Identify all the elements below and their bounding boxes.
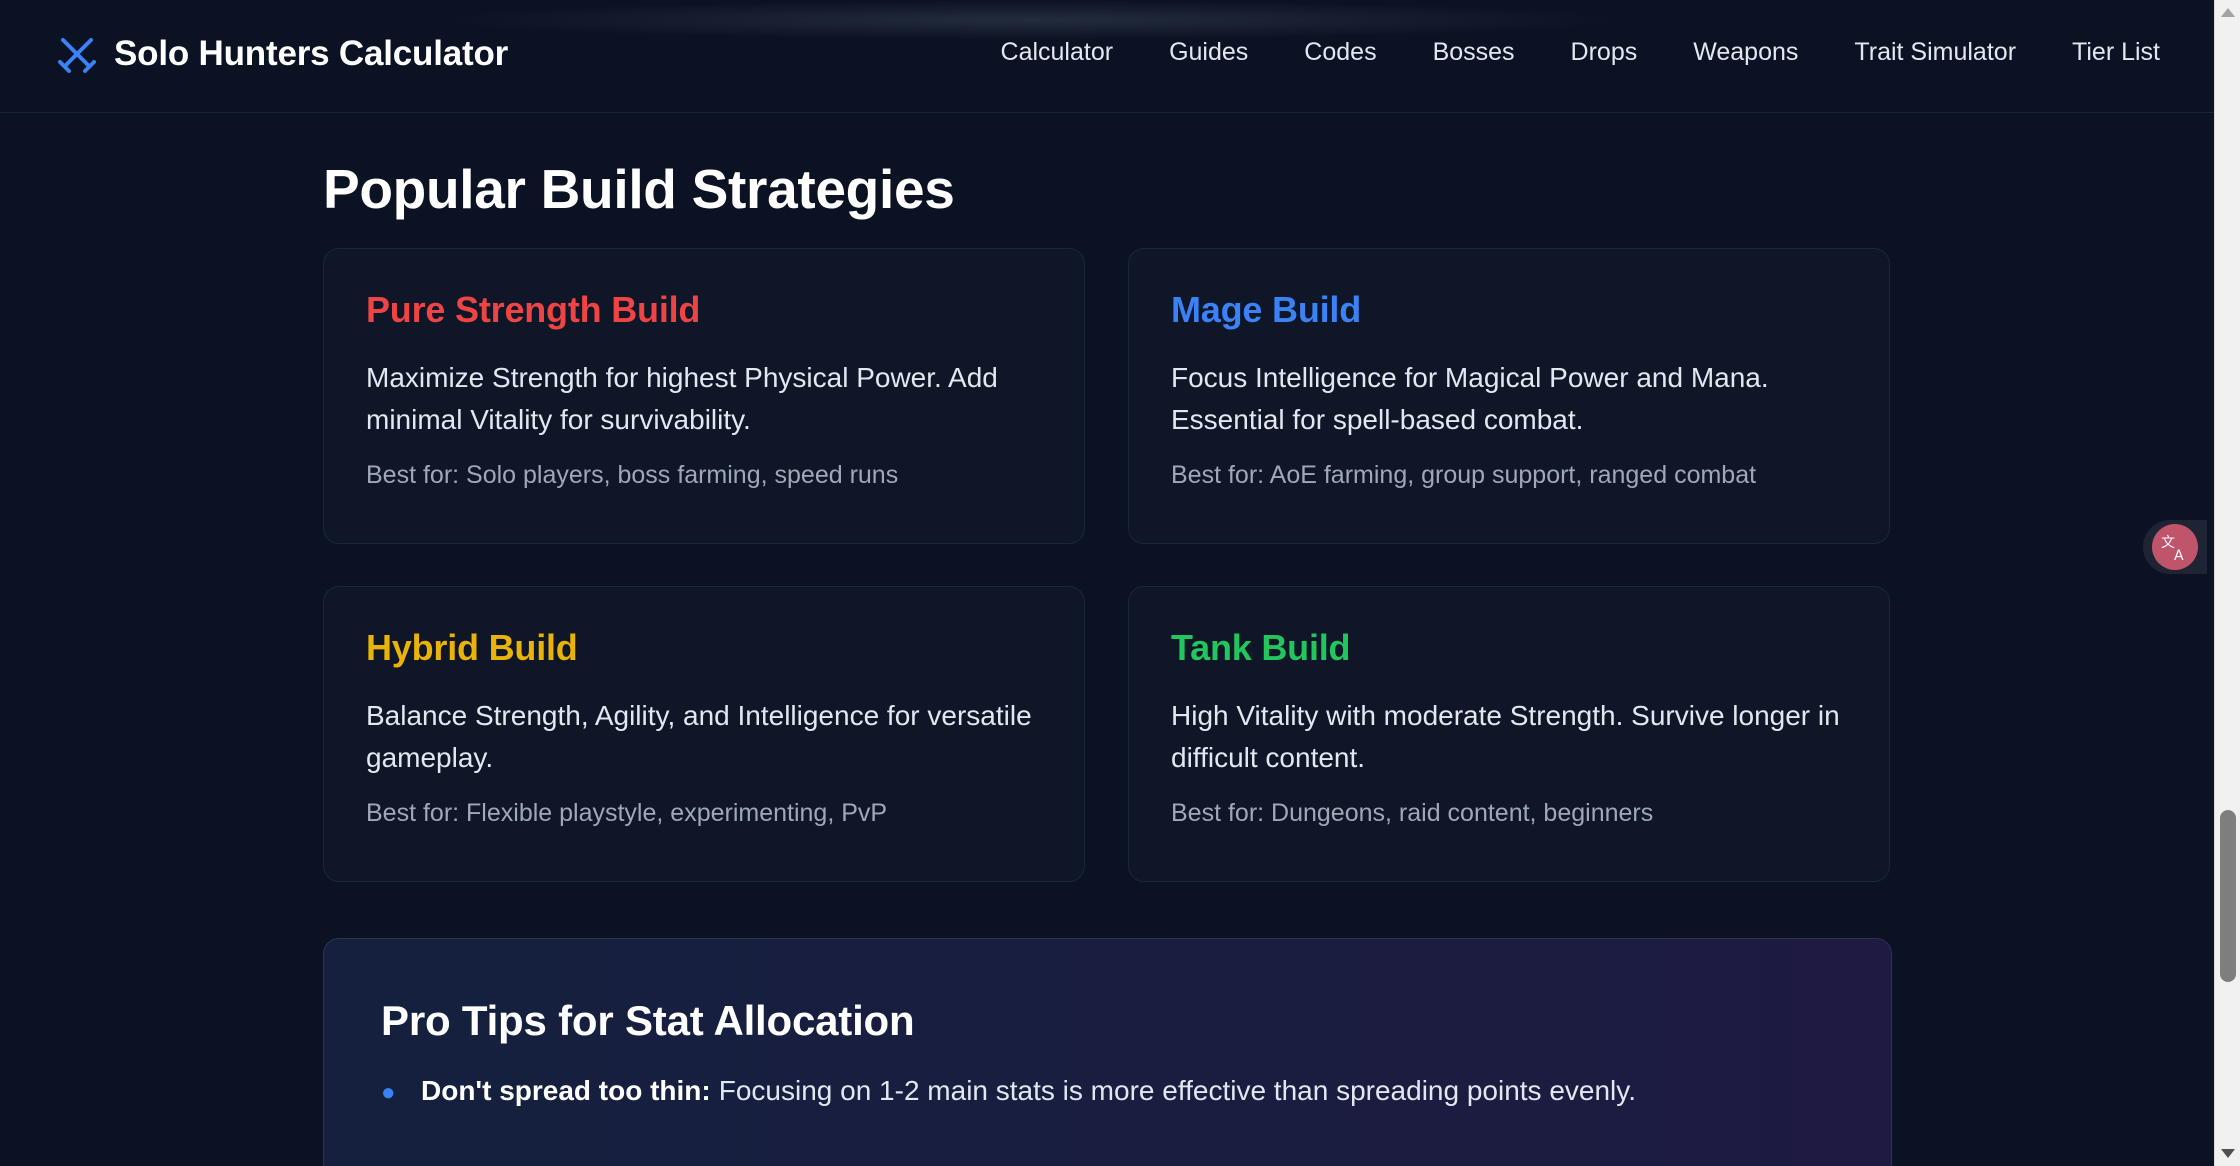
card-best-for: Best for: Solo players, boss farming, sp…: [366, 461, 899, 489]
nav-drops[interactable]: Drops: [1571, 38, 1638, 67]
crossed-swords-icon: [57, 34, 97, 74]
card-description: Balance Strength, Agility, and Intellige…: [366, 700, 1032, 773]
nav-weapons[interactable]: Weapons: [1693, 38, 1798, 67]
pro-tips-title: Pro Tips for Stat Allocation: [381, 997, 915, 1044]
tip-text: Focusing on 1-2 main stats is more effec…: [718, 1075, 1636, 1106]
build-card-tank: Tank Build High Vitality with moderate S…: [1128, 586, 1890, 882]
scroll-up-arrow-icon[interactable]: [2221, 8, 2235, 17]
card-description: Focus Intelligence for Magical Power and…: [1171, 362, 1769, 435]
card-title: Mage Build: [1171, 289, 1362, 330]
scroll-thumb[interactable]: [2220, 810, 2236, 982]
tip-heading: Don't spread too thin:: [421, 1075, 711, 1106]
svg-text:A: A: [2174, 548, 2184, 562]
card-best-for: Best for: AoE farming, group support, ra…: [1171, 461, 1757, 489]
card-title: Hybrid Build: [366, 627, 578, 668]
logo-link[interactable]: Solo Hunters Calculator: [57, 34, 508, 74]
build-card-strength: Pure Strength Build Maximize Strength fo…: [323, 248, 1085, 544]
card-best-for: Best for: Dungeons, raid content, beginn…: [1171, 799, 1654, 827]
build-card-mage: Mage Build Focus Intelligence for Magica…: [1128, 248, 1890, 544]
card-description: High Vitality with moderate Strength. Su…: [1171, 700, 1840, 773]
page: Solo Hunters Calculator Calculator Guide…: [0, 0, 2240, 1166]
section-title: Popular Build Strategies: [323, 158, 955, 220]
build-card-hybrid: Hybrid Build Balance Strength, Agility, …: [323, 586, 1085, 882]
scroll-down-arrow-icon[interactable]: [2221, 1149, 2235, 1158]
site-header: Solo Hunters Calculator Calculator Guide…: [0, 0, 2214, 113]
nav-bosses[interactable]: Bosses: [1433, 38, 1515, 67]
nav-guides[interactable]: Guides: [1169, 38, 1248, 67]
nav-trait-simulator[interactable]: Trait Simulator: [1854, 38, 2016, 67]
nav-codes[interactable]: Codes: [1304, 38, 1376, 67]
card-title: Pure Strength Build: [366, 289, 701, 330]
translate-icon: 文 A: [2152, 524, 2198, 570]
card-best-for: Best for: Flexible playstyle, experiment…: [366, 799, 888, 827]
tip-item: ● Don't spread too thin: Focusing on 1-2…: [381, 1075, 1834, 1107]
nav-tier-list[interactable]: Tier List: [2072, 38, 2160, 67]
bullet-icon: ●: [381, 1079, 396, 1106]
nav-calculator[interactable]: Calculator: [1001, 38, 1114, 67]
card-description: Maximize Strength for highest Physical P…: [366, 362, 998, 435]
header-glow: [430, 0, 1630, 40]
site-title: Solo Hunters Calculator: [114, 34, 509, 73]
card-title: Tank Build: [1171, 627, 1351, 668]
vertical-scrollbar[interactable]: [2214, 0, 2240, 1166]
main-nav: Calculator Guides Codes Bosses Drops Wea…: [945, 38, 2160, 67]
translate-button[interactable]: 文 A: [2143, 520, 2207, 574]
svg-text:文: 文: [2161, 535, 2175, 551]
pro-tips-panel: Pro Tips for Stat Allocation ● Don't spr…: [323, 938, 1892, 1166]
